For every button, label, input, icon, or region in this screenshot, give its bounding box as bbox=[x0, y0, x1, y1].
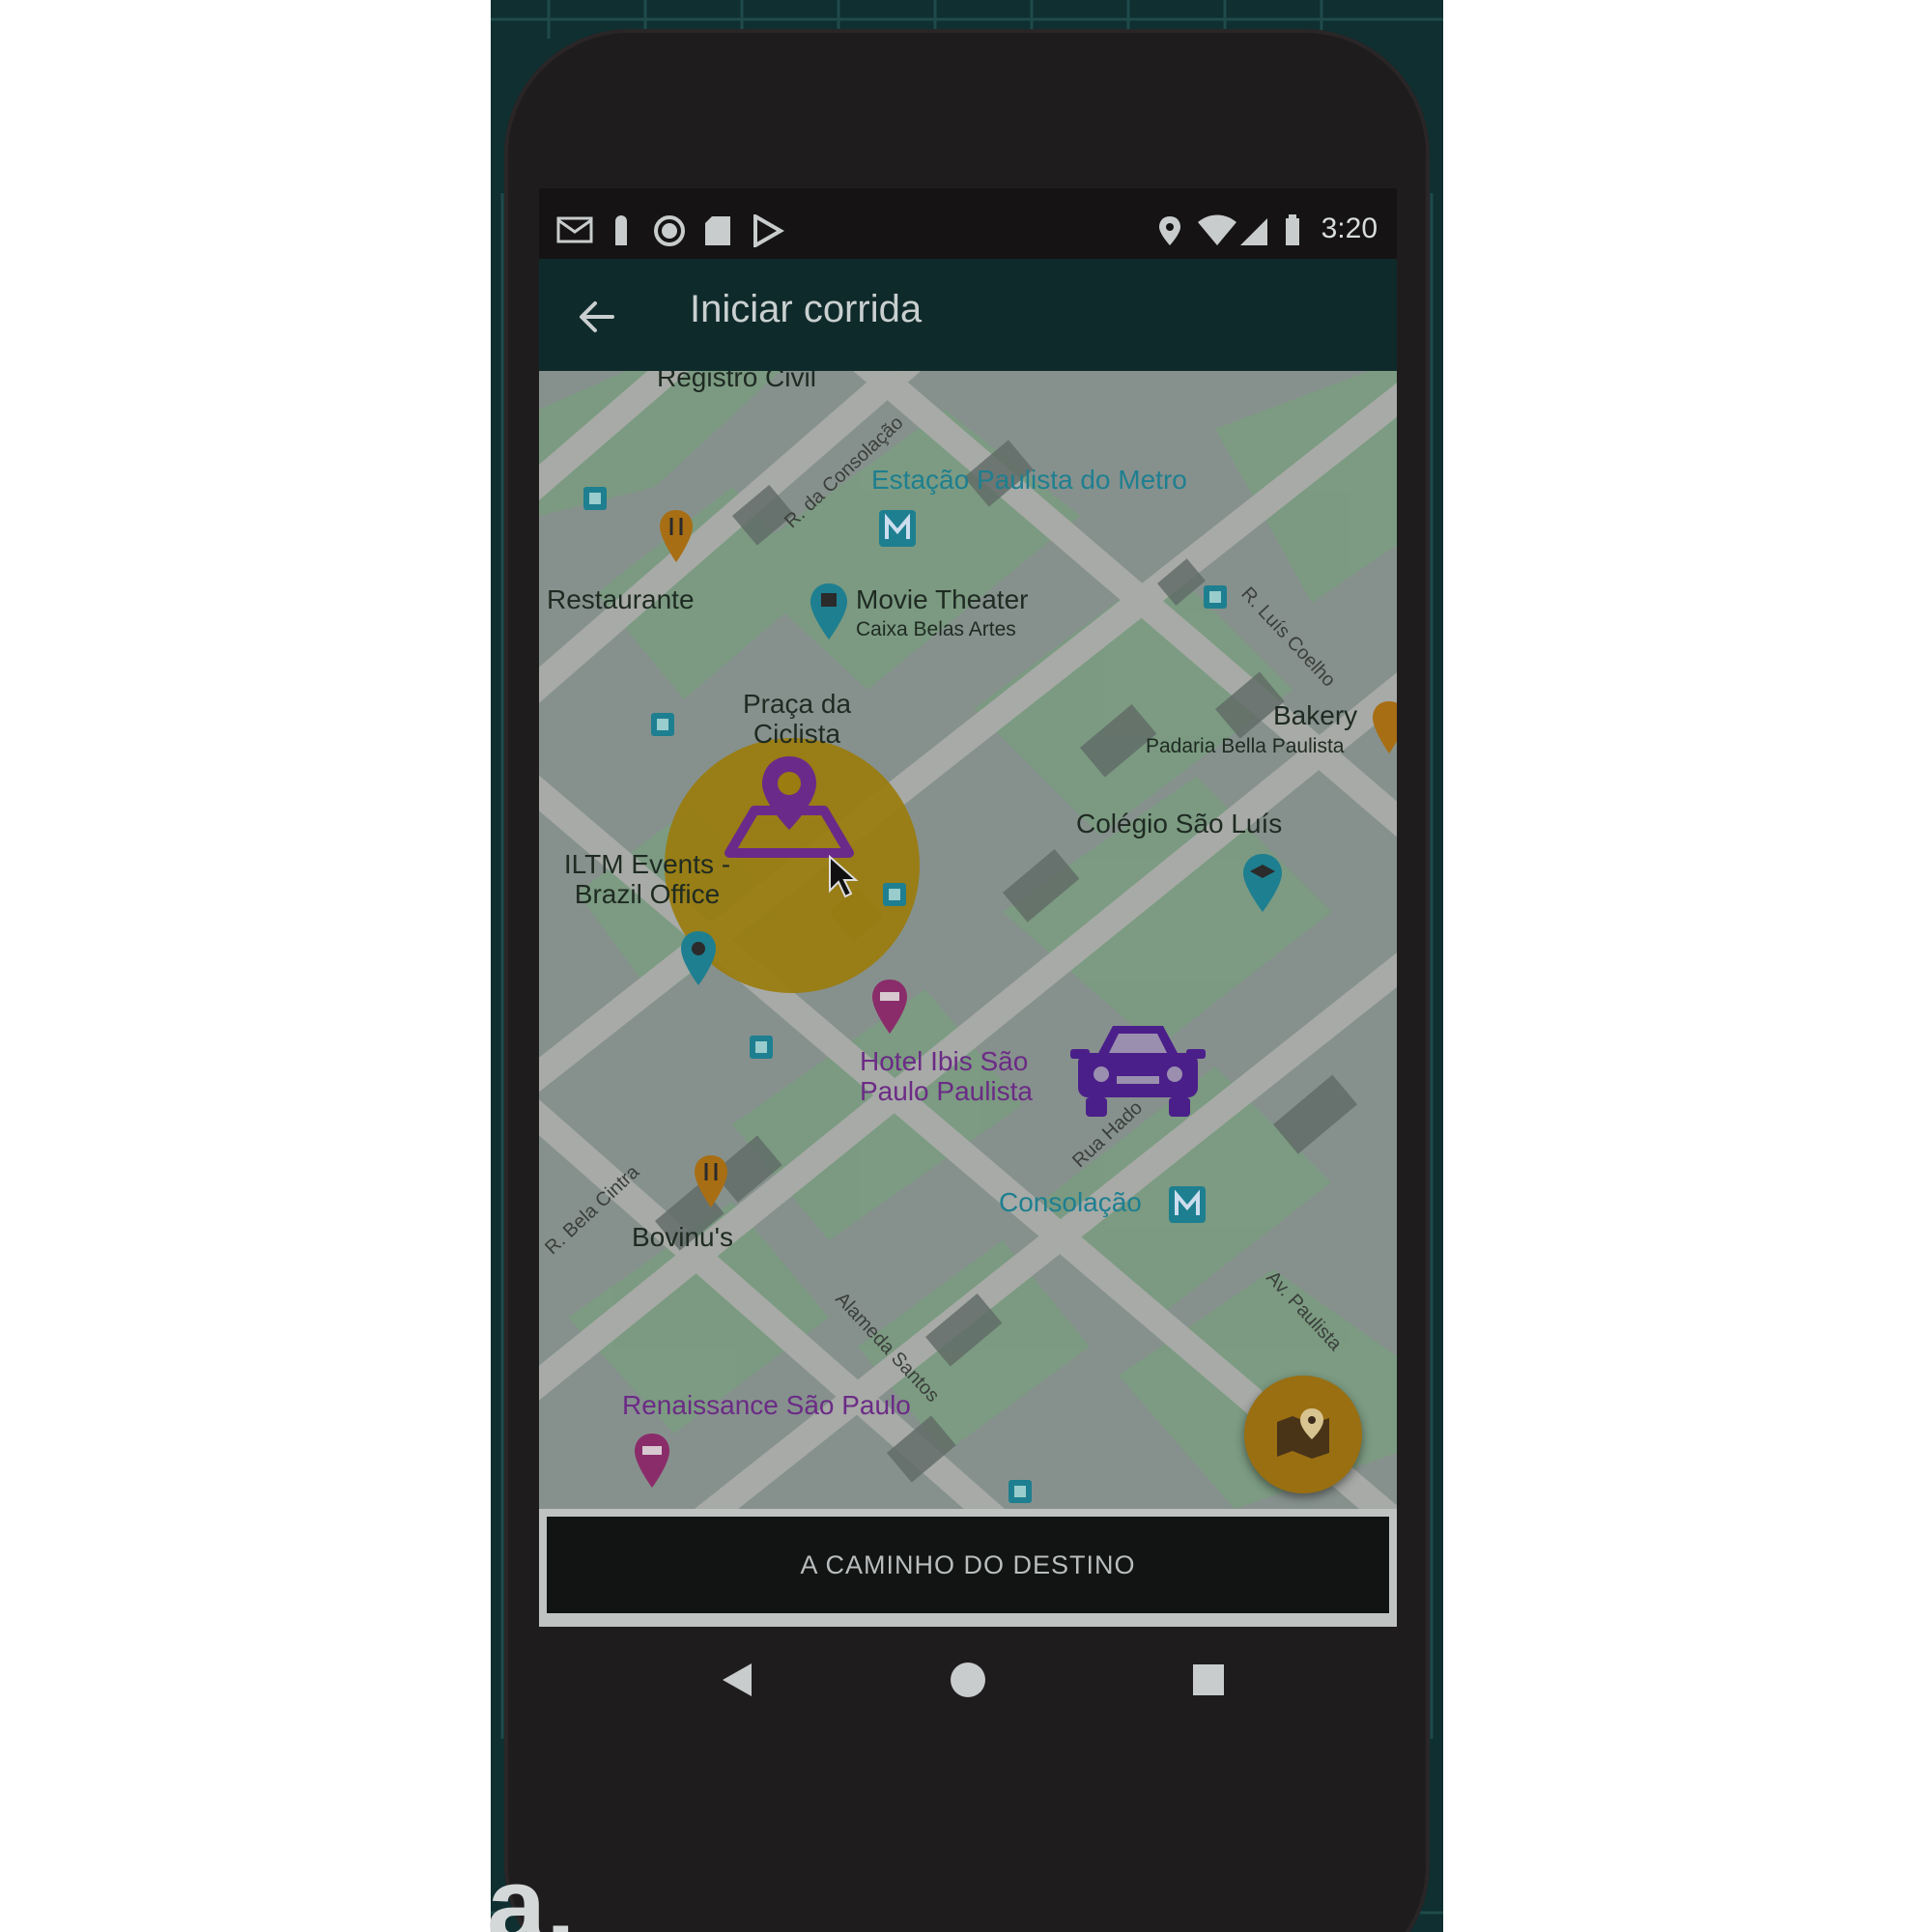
notification-icon bbox=[615, 215, 627, 245]
movie-theater-marker-icon[interactable] bbox=[808, 582, 850, 641]
hotel-ibis-marker-icon[interactable] bbox=[869, 978, 910, 1036]
place-label-caixa-belas-artes[interactable]: Caixa Belas Artes bbox=[856, 618, 1016, 640]
location-icon bbox=[1159, 216, 1180, 245]
bus-stop-icon bbox=[1009, 1480, 1032, 1503]
metro-consolacao-icon[interactable] bbox=[1167, 1184, 1208, 1225]
video-frame: 3:20 Iniciar corrida Registro Civil Esta… bbox=[0, 0, 1932, 1932]
bottom-bar: A CAMINHO DO DESTINO bbox=[539, 1509, 1397, 1627]
map-fab-button[interactable] bbox=[1244, 1376, 1362, 1493]
arrow-back-icon[interactable] bbox=[574, 294, 620, 340]
place-label-estacao-paulista[interactable]: Estação Paulista do Metro bbox=[871, 465, 1187, 496]
nav-recents-icon[interactable] bbox=[1175, 1646, 1242, 1714]
wifi-icon bbox=[1198, 214, 1236, 245]
nav-home-icon[interactable] bbox=[934, 1646, 1002, 1714]
office-marker-icon[interactable] bbox=[678, 929, 719, 987]
bus-stop-icon bbox=[750, 1036, 773, 1059]
place-label-registro-civil[interactable]: Registro Civil bbox=[657, 371, 816, 393]
place-label-iltm[interactable]: ILTM Events - Brazil Office bbox=[551, 849, 744, 910]
bus-stop-icon bbox=[583, 487, 607, 510]
bus-stop-icon bbox=[1204, 585, 1227, 609]
page-title: Iniciar corrida bbox=[690, 288, 923, 330]
place-label-bovinus[interactable]: Bovinu's bbox=[632, 1222, 733, 1253]
place-label-consolacao[interactable]: Consolação bbox=[999, 1187, 1142, 1218]
bus-stop-icon bbox=[883, 883, 906, 906]
app-bar: Iniciar corrida bbox=[539, 259, 1397, 371]
place-label-renaissance[interactable]: Renaissance São Paulo bbox=[622, 1390, 911, 1421]
place-label-movie-theater[interactable]: Movie Theater bbox=[856, 584, 1028, 615]
place-label-restaurante[interactable]: Restaurante bbox=[547, 584, 695, 615]
background-text: a. bbox=[487, 1846, 576, 1932]
metro-icon[interactable] bbox=[877, 508, 918, 549]
place-label-padaria[interactable]: Padaria Bella Paulista bbox=[1146, 735, 1344, 757]
bus-stop-icon bbox=[651, 713, 674, 736]
play-store-icon bbox=[753, 214, 784, 247]
place-label-hotel-ibis[interactable]: Hotel Ibis São Paulo Paulista bbox=[860, 1046, 1053, 1107]
trip-status-button[interactable]: A CAMINHO DO DESTINO bbox=[547, 1517, 1389, 1613]
place-label-praca-ciclista[interactable]: Praça da Ciclista bbox=[734, 689, 860, 750]
place-label-bakery[interactable]: Bakery bbox=[1273, 700, 1357, 731]
renaissance-marker-icon[interactable] bbox=[632, 1432, 672, 1490]
system-nav-bar bbox=[539, 1627, 1397, 1733]
map-location-icon bbox=[1277, 1408, 1329, 1459]
record-icon bbox=[654, 215, 685, 246]
map-view[interactable]: Registro Civil Estação Paulista do Metro… bbox=[539, 371, 1397, 1509]
mouse-cursor-icon bbox=[829, 854, 859, 898]
sd-card-icon bbox=[705, 216, 730, 245]
bovinus-marker-icon[interactable] bbox=[692, 1153, 730, 1209]
restaurant-marker-icon[interactable] bbox=[657, 508, 696, 564]
status-bar: 3:20 bbox=[539, 203, 1397, 257]
map-pin-destination-icon[interactable] bbox=[718, 753, 863, 859]
bakery-marker-icon[interactable] bbox=[1370, 699, 1397, 755]
signal-icon bbox=[1240, 218, 1267, 245]
place-label-colegio[interactable]: Colégio São Luís bbox=[1076, 809, 1282, 839]
clock: 3:20 bbox=[1321, 213, 1378, 244]
nav-back-icon[interactable] bbox=[703, 1646, 771, 1714]
gmail-icon bbox=[556, 216, 593, 243]
battery-icon bbox=[1286, 214, 1299, 245]
school-marker-icon[interactable] bbox=[1240, 852, 1285, 914]
